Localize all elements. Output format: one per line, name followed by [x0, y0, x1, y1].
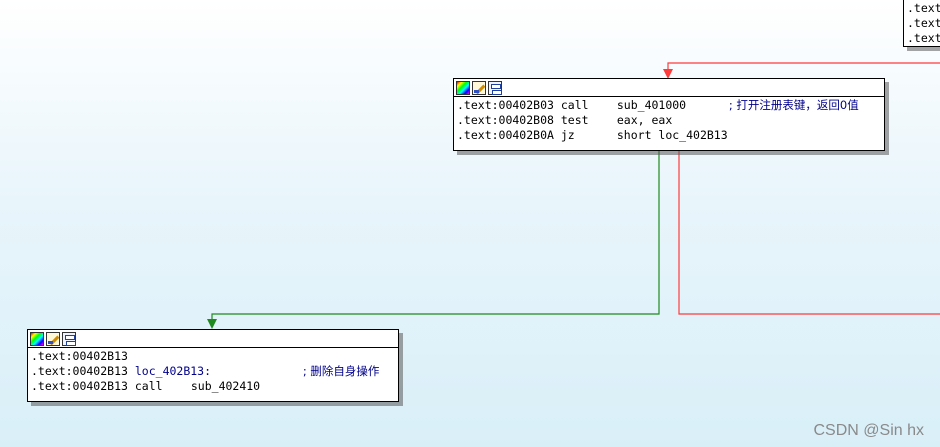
- asm-label[interactable]: loc_402B13:: [135, 364, 303, 379]
- asm-mnemonic: jz: [560, 128, 575, 142]
- asm-line[interactable]: .text:00402B0A jz short loc_402B13: [457, 128, 881, 143]
- asm-line[interactable]: .text:00402B13: [31, 349, 395, 364]
- asm-address: .text:00402B13: [31, 379, 128, 393]
- asm-operand: eax, eax: [616, 113, 673, 127]
- asm-line[interactable]: .text:00402B13 call sub_402410: [31, 379, 395, 394]
- asm-address: .text:00402B03: [457, 98, 554, 112]
- asm-line: .text: [907, 1, 940, 15]
- edit-pencil-icon[interactable]: [46, 331, 60, 346]
- asm-mnemonic: call: [560, 98, 589, 112]
- graph-node-middle[interactable]: .text:00402B03 call sub_401000; 打开注册表键，返回…: [453, 78, 885, 151]
- node-header: [28, 330, 398, 348]
- arrowhead-true-green: [207, 319, 217, 329]
- color-palette-icon[interactable]: [456, 80, 470, 95]
- asm-address: .text:00402B08: [457, 113, 554, 127]
- asm-mnemonic: call: [134, 379, 163, 393]
- asm-line[interactable]: .text:00402B08 test eax, eax: [457, 113, 881, 128]
- asm-address: .text:00402B13: [31, 364, 128, 378]
- edge-incoming-red: [667, 62, 940, 75]
- asm-line[interactable]: .text:00402B03 call sub_401000; 打开注册表键，返回…: [457, 98, 881, 113]
- graph-node-top-right[interactable]: .text .text .text: [903, 0, 940, 47]
- graph-view-icon[interactable]: [62, 331, 76, 346]
- watermark: CSDN @Sin hx: [813, 422, 925, 439]
- graph-node-bottom[interactable]: .text:00402B13 .text:00402B13 loc_402B13…: [27, 329, 399, 402]
- asm-operand[interactable]: sub_402410: [191, 379, 260, 393]
- color-palette-icon[interactable]: [30, 331, 44, 346]
- asm-line[interactable]: .text:00402B13 loc_402B13:; 删除自身操作: [31, 364, 395, 379]
- asm-operand[interactable]: sub_401000: [617, 98, 729, 113]
- edge-false-red: [678, 150, 940, 315]
- asm-address: .text:00402B0A: [457, 128, 554, 142]
- asm-comment: ; 删除自身操作: [302, 364, 380, 378]
- asm-line: .text: [907, 31, 940, 45]
- edit-pencil-icon[interactable]: [472, 80, 486, 95]
- edge-true-green: [211, 150, 660, 325]
- node-header: [454, 79, 884, 97]
- asm-mnemonic: test: [560, 113, 589, 127]
- asm-address: .text:00402B13: [31, 349, 128, 363]
- asm-line: .text: [907, 16, 940, 30]
- asm-comment: ; 打开注册表键，返回0值: [728, 98, 859, 112]
- asm-operand[interactable]: short loc_402B13: [617, 128, 728, 142]
- graph-view-icon[interactable]: [488, 80, 502, 95]
